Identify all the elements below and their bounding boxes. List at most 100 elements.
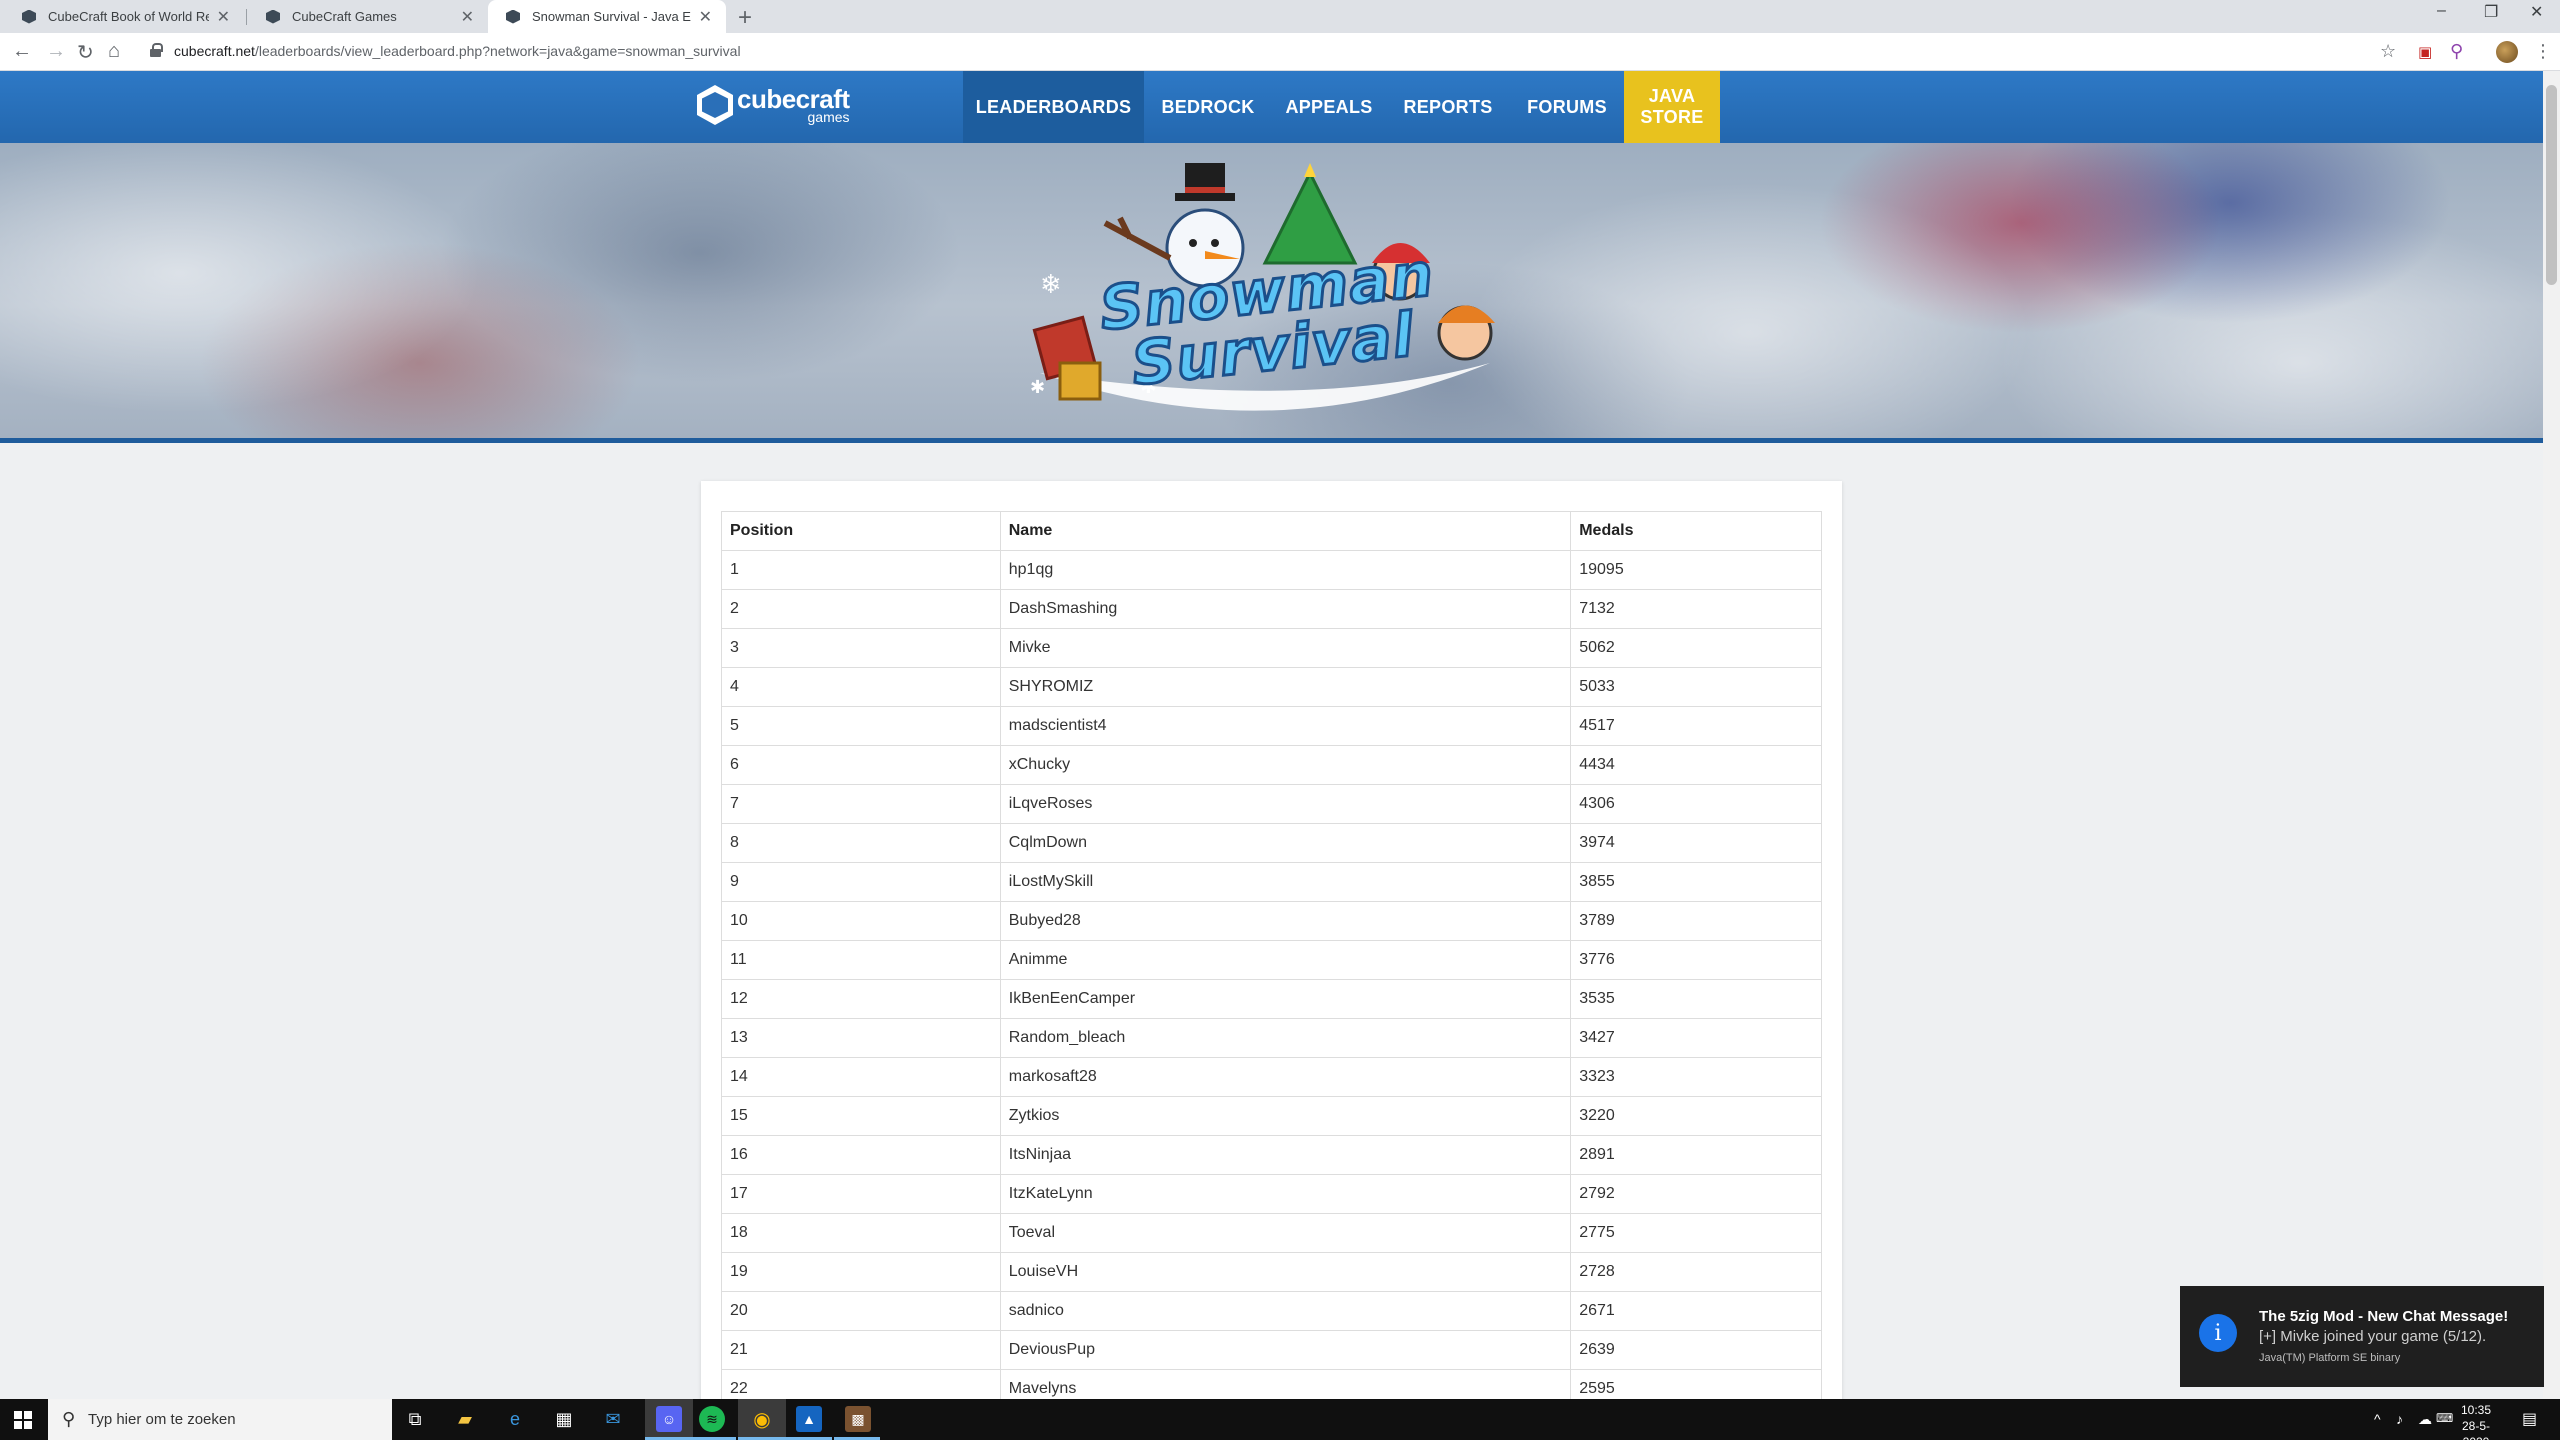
- reload-icon[interactable]: ↻: [77, 40, 94, 65]
- cell-player-name: ItsNinjaa: [999, 1135, 1572, 1175]
- cell-medals: 7132: [1570, 589, 1822, 629]
- cell-medals: 4434: [1570, 745, 1822, 785]
- cubecraft-favicon-icon: [22, 9, 36, 24]
- table-row: 14 markosaft28 3323: [721, 1057, 1822, 1097]
- cell-position: 20: [721, 1291, 1001, 1331]
- logo-text: cubecraft games: [737, 86, 850, 124]
- table-row: 7 iLqveRoses 4306: [721, 784, 1822, 824]
- lock-icon[interactable]: [150, 43, 163, 57]
- cell-position: 1: [721, 550, 1001, 590]
- cell-player-name: xChucky: [999, 745, 1572, 785]
- search-icon: ⚲: [62, 1409, 76, 1429]
- nav-bedrock[interactable]: BEDROCK: [1144, 71, 1272, 143]
- leaderboard-rows: 1 hp1qg 19095 2 DashSmashing 7132 3 Mivke 5062 4 S…: [721, 550, 1822, 1399]
- tray-overflow-icon[interactable]: ^: [2374, 1411, 2381, 1427]
- cell-medals: 4517: [1570, 706, 1822, 746]
- cell-player-name: Zytkios: [999, 1096, 1572, 1136]
- browser-tab-cubecraft-games[interactable]: CubeCraft Games ✕: [248, 0, 488, 33]
- table-row: 8 CqlmDown 3974: [721, 823, 1822, 863]
- file-explorer-icon[interactable]: ▰: [452, 1406, 478, 1432]
- cell-medals: 2792: [1570, 1174, 1822, 1214]
- info-icon: i: [2199, 1314, 2237, 1352]
- cell-player-name: Mavelyns: [999, 1369, 1572, 1399]
- system-clock[interactable]: 10:35 28-5-2020: [2450, 1402, 2502, 1440]
- cell-medals: 2671: [1570, 1291, 1822, 1331]
- close-tab-icon[interactable]: ✕: [461, 7, 474, 27]
- chrome-icon[interactable]: ◉: [749, 1406, 775, 1432]
- table-row: 20 sadnico 2671: [721, 1291, 1822, 1331]
- minimize-window-icon[interactable]: –: [2437, 2, 2446, 20]
- url-host: cubecraft.net: [174, 43, 255, 59]
- cell-player-name: SHYROMIZ: [999, 667, 1572, 707]
- cell-position: 17: [721, 1174, 1001, 1214]
- photos-icon[interactable]: ▲: [796, 1406, 822, 1432]
- task-view-icon[interactable]: ⧉: [402, 1406, 428, 1432]
- cell-position: 6: [721, 745, 1001, 785]
- table-row: 1 hp1qg 19095: [721, 550, 1822, 590]
- url-path: /leaderboards/view_leaderboard.php?netwo…: [254, 43, 741, 59]
- minecraft-icon[interactable]: ▩: [845, 1406, 871, 1432]
- discord-icon[interactable]: ☺: [656, 1406, 682, 1432]
- nav-java-store[interactable]: JAVA STORE: [1624, 71, 1720, 143]
- action-center-icon[interactable]: ▤: [2522, 1409, 2537, 1429]
- address-bar[interactable]: cubecraft.net/leaderboards/view_leaderbo…: [174, 43, 741, 59]
- clock-date: 28-5-2020: [2461, 1419, 2490, 1440]
- cell-player-name: Animme: [999, 940, 1572, 980]
- scrollbar-thumb[interactable]: [2546, 85, 2557, 285]
- table-row: 10 Bubyed28 3789: [721, 901, 1822, 941]
- mail-icon[interactable]: ✉: [600, 1406, 626, 1432]
- cell-position: 8: [721, 823, 1001, 863]
- banner-divider: [0, 438, 2543, 443]
- forward-arrow-icon[interactable]: →: [46, 40, 66, 63]
- close-tab-icon[interactable]: ✕: [699, 7, 712, 27]
- store-icon[interactable]: ▦: [551, 1406, 577, 1432]
- table-row: 3 Mivke 5062: [721, 628, 1822, 668]
- cell-position: 5: [721, 706, 1001, 746]
- cell-player-name: DashSmashing: [999, 589, 1572, 629]
- cell-position: 9: [721, 862, 1001, 902]
- column-header-position: Position: [721, 511, 1001, 551]
- cell-player-name: ItzKateLynn: [999, 1174, 1572, 1214]
- cell-position: 7: [721, 784, 1001, 824]
- back-arrow-icon[interactable]: ←: [12, 40, 32, 63]
- tab-title: CubeCraft Book of World Records: [48, 9, 209, 24]
- close-tab-icon[interactable]: ✕: [217, 7, 230, 27]
- chat-notification-toast[interactable]: i The 5zig Mod - New Chat Message! [+] M…: [2180, 1286, 2544, 1387]
- page-scrollbar[interactable]: [2543, 71, 2560, 1399]
- search-extension-icon[interactable]: ⚲: [2450, 41, 2463, 62]
- cell-position: 18: [721, 1213, 1001, 1253]
- cell-player-name: CqlmDown: [999, 823, 1572, 863]
- nav-leaderboards[interactable]: LEADERBOARDS: [963, 71, 1144, 143]
- browser-tab-snowman-survival[interactable]: Snowman Survival - Java Edition ✕: [488, 0, 726, 33]
- restore-window-icon[interactable]: ❐: [2484, 2, 2498, 22]
- home-icon[interactable]: ⌂: [108, 40, 120, 63]
- edge-browser-icon[interactable]: e: [502, 1406, 528, 1432]
- profile-avatar[interactable]: [2496, 41, 2518, 63]
- nav-forums[interactable]: FORUMS: [1510, 71, 1624, 143]
- cell-medals: 3427: [1570, 1018, 1822, 1058]
- table-header-row: Position Name Medals: [721, 511, 1822, 551]
- cell-player-name: DeviousPup: [999, 1330, 1572, 1370]
- spotify-icon[interactable]: ≋: [699, 1406, 725, 1432]
- taskbar-search-box[interactable]: ⚲ Typ hier om te zoeken: [48, 1399, 392, 1440]
- tab-divider: [246, 9, 247, 25]
- browser-tab-world-records[interactable]: CubeCraft Book of World Records ✕: [4, 0, 244, 33]
- close-window-icon[interactable]: ✕: [2530, 2, 2543, 22]
- cubecraft-logo[interactable]: cubecraft games: [697, 85, 850, 125]
- network-icon[interactable]: ☁: [2418, 1411, 2432, 1428]
- cubecraft-favicon-icon: [266, 9, 280, 24]
- cell-medals: 3974: [1570, 823, 1822, 863]
- cell-player-name: IkBenEenCamper: [999, 979, 1572, 1019]
- windows-start-icon[interactable]: [14, 1411, 32, 1429]
- bookmark-star-icon[interactable]: ☆: [2380, 41, 2396, 62]
- browser-toolbar: ← → ↻ ⌂ cubecraft.net/leaderboards/view_…: [0, 33, 2560, 71]
- volume-icon[interactable]: ♪: [2396, 1411, 2403, 1427]
- cell-position: 21: [721, 1330, 1001, 1370]
- tab-title: CubeCraft Games: [292, 9, 397, 24]
- cell-position: 3: [721, 628, 1001, 668]
- nav-reports[interactable]: REPORTS: [1386, 71, 1510, 143]
- nav-appeals[interactable]: APPEALS: [1272, 71, 1386, 143]
- extension-icon[interactable]: ▣: [2418, 43, 2432, 61]
- new-tab-button[interactable]: +: [738, 4, 752, 32]
- more-menu-icon[interactable]: ⋮: [2534, 41, 2552, 62]
